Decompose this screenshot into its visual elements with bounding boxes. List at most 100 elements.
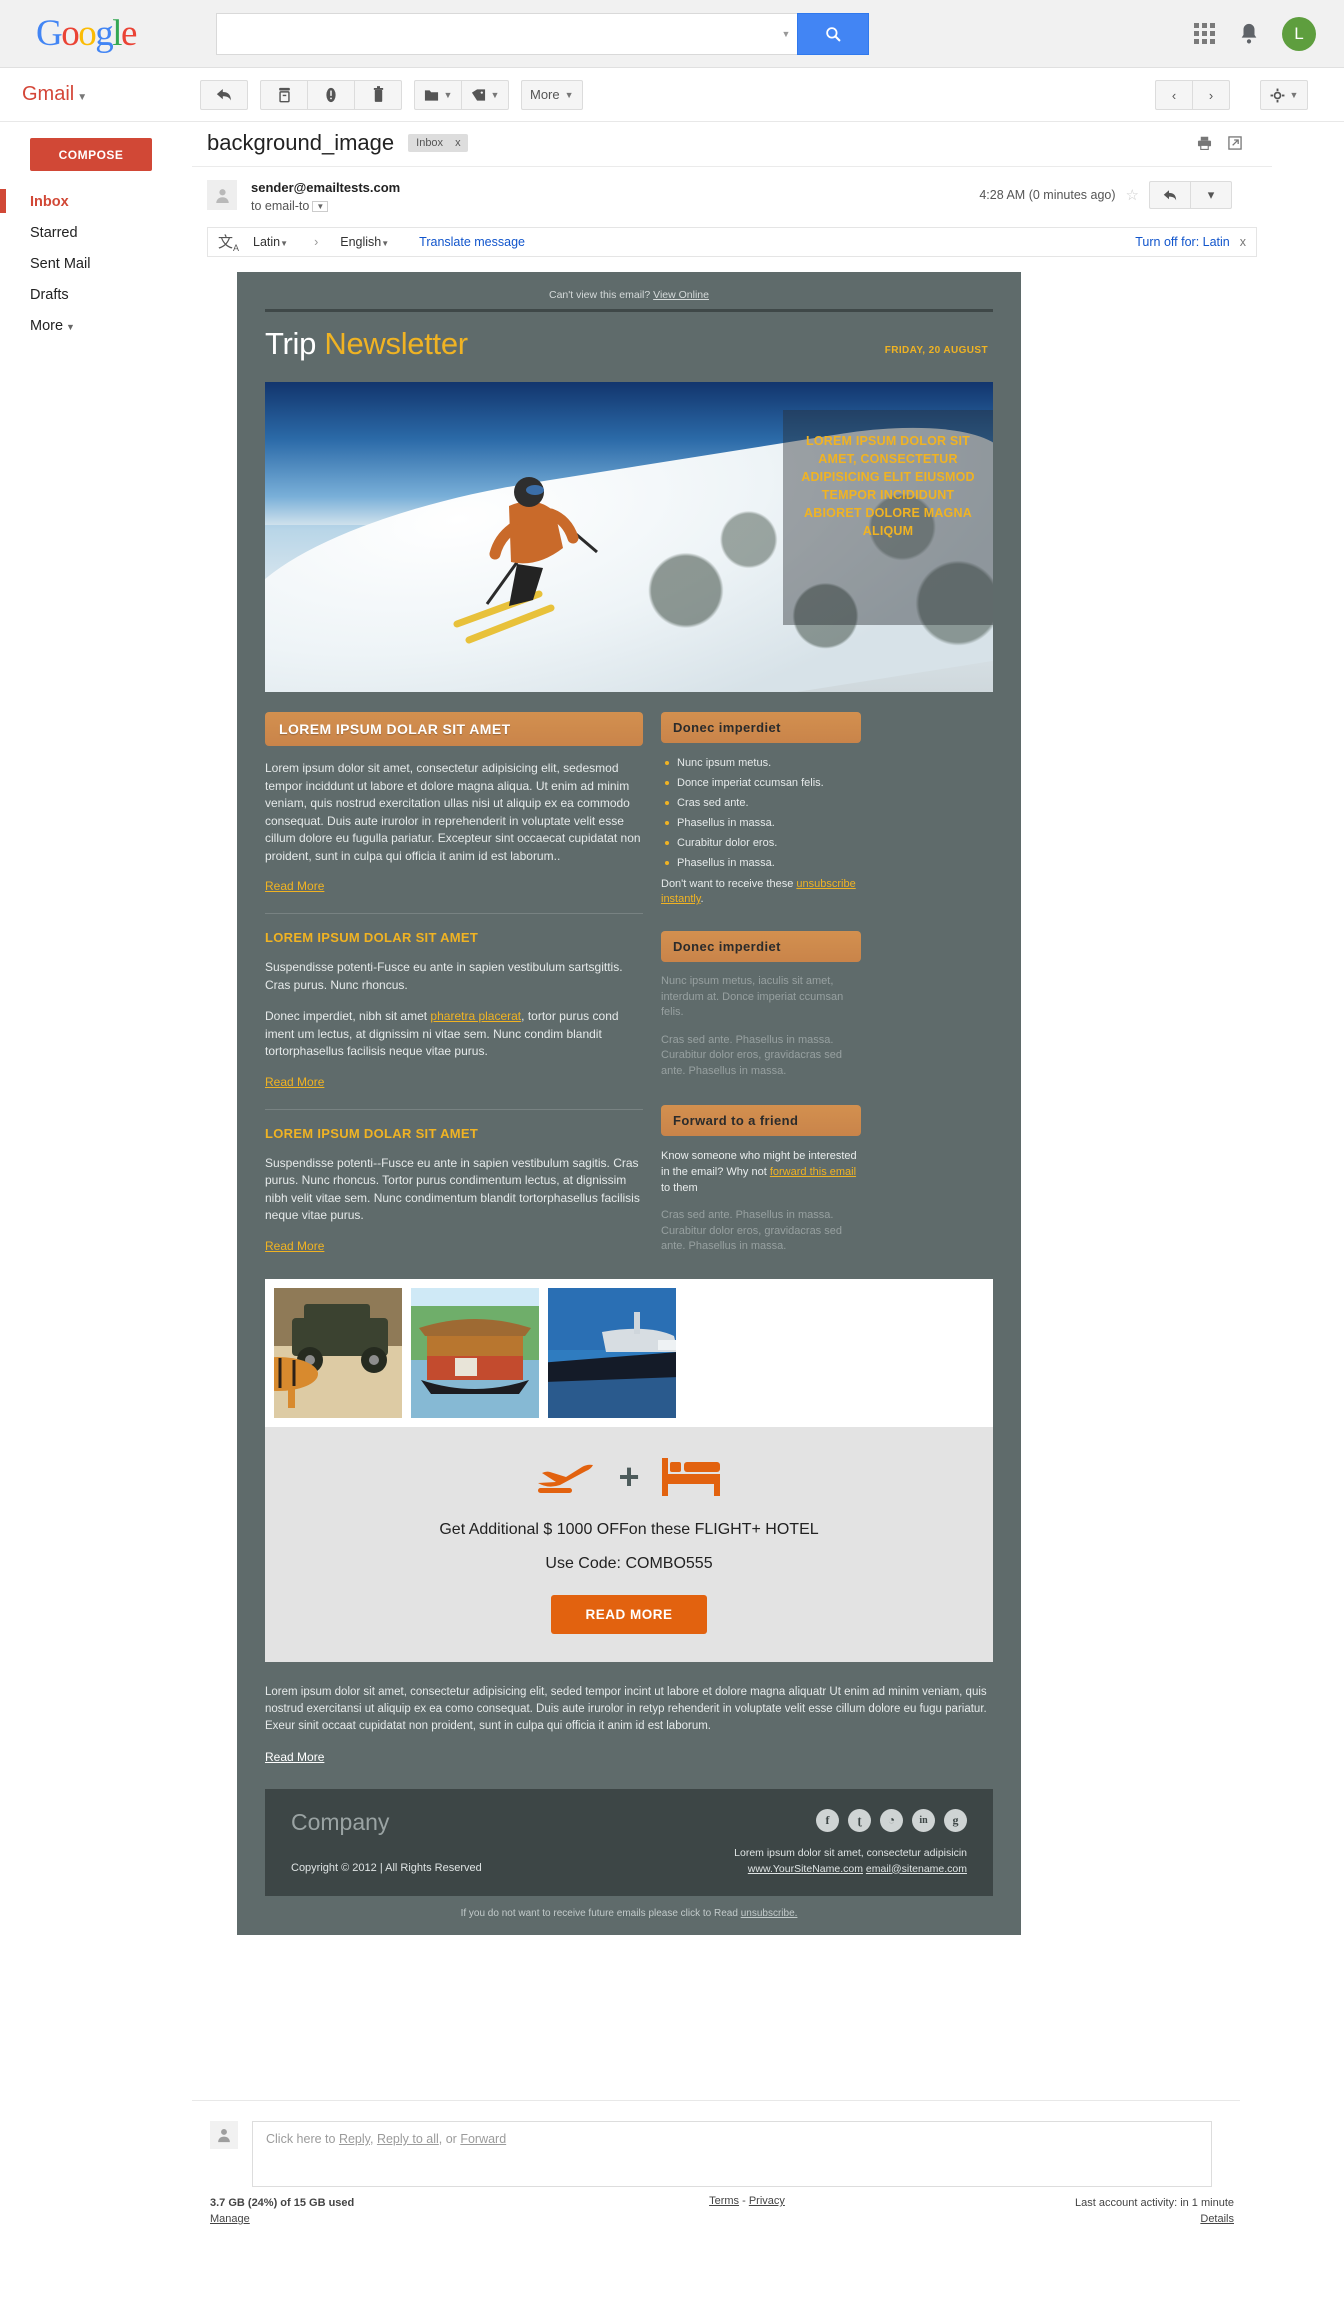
sidebar-item-sent-mail[interactable]: Sent Mail	[0, 249, 192, 280]
side-block-2-paragraph-1: Nunc ipsum metus, iaculis sit amet, inte…	[661, 975, 844, 1018]
chevron-down-icon: ▼	[564, 89, 574, 100]
footer-article-read-more-link[interactable]: Read More	[265, 1749, 324, 1766]
page-title: background_image	[207, 130, 395, 155]
view-online-link[interactable]: View Online	[653, 289, 709, 301]
apps-grid-icon[interactable]	[1194, 23, 1216, 45]
reply-link[interactable]: Reply	[339, 2132, 370, 2146]
previous-message-button[interactable]: ‹	[1155, 80, 1193, 110]
print-icon[interactable]	[1197, 136, 1212, 150]
luxury-yacht-photo[interactable]	[548, 1287, 676, 1418]
forward-this-email-link[interactable]: forward this email	[770, 1166, 856, 1178]
facebook-icon[interactable]: f	[816, 1808, 839, 1832]
google-logo[interactable]: Google	[36, 12, 137, 55]
delete-button[interactable]	[354, 79, 402, 110]
bed-icon	[661, 1457, 720, 1496]
target-language-label: English	[340, 235, 382, 249]
message-more-menu-button[interactable]: ▾	[1190, 181, 1232, 209]
pharetra-placerat-link[interactable]: pharetra placerat	[430, 1009, 521, 1023]
translate-direction-arrow-icon: ›	[314, 235, 319, 249]
account-avatar[interactable]: L	[1282, 17, 1316, 51]
forward-link[interactable]: Forward	[460, 2132, 506, 2146]
report-spam-button[interactable]	[307, 79, 355, 110]
article-2-heading: LOREM IPSUM DOLAR SIT AMET	[265, 930, 479, 945]
labels-icon	[471, 88, 485, 101]
search-field-wrap[interactable]: ▼	[215, 12, 797, 55]
sidebar-item-inbox[interactable]: Inbox	[0, 187, 192, 218]
legal-links: Terms - Privacy	[570, 2195, 904, 2227]
archive-button[interactable]	[260, 79, 308, 110]
more-button[interactable]: More ▼	[521, 79, 583, 110]
preheader-text: Can't view this email?	[549, 289, 651, 301]
move-to-button[interactable]: ▼	[414, 79, 462, 110]
unsubscribe-bar: If you do not want to receive future ema…	[237, 1896, 1021, 1935]
turn-off-translate-link[interactable]: Turn off for: Latin	[1135, 235, 1230, 249]
reply-all-link[interactable]: Reply to all	[377, 2132, 439, 2146]
close-icon[interactable]: x	[1240, 235, 1246, 249]
next-message-button[interactable]: ›	[1192, 80, 1230, 110]
back-to-inbox-button[interactable]	[200, 79, 248, 110]
gmail-menu[interactable]: Gmail ▼	[22, 83, 200, 106]
google-icon[interactable]: g	[944, 1808, 967, 1832]
top-bar: Google ▼ L	[0, 0, 1344, 68]
terms-link[interactable]: Terms	[709, 2195, 739, 2207]
note-tail: .	[700, 893, 704, 905]
tiger-safari-jeep-photo[interactable]	[274, 1287, 402, 1418]
reply-input[interactable]: Click here to Reply, Reply to all, or Fo…	[252, 2121, 1212, 2187]
sidebar-item-starred[interactable]: Starred	[0, 218, 192, 249]
manage-storage-link[interactable]: Manage	[210, 2213, 250, 2225]
newsletter-preheader: Can't view this email? View Online	[265, 272, 993, 309]
activity-details-link[interactable]: Details	[1200, 2213, 1234, 2225]
linkedin-icon[interactable]: in	[912, 1808, 935, 1832]
newsletter-title: Trip Newsletter	[265, 326, 468, 362]
article-3-read-more-link[interactable]: Read More	[265, 1239, 324, 1253]
sidebar-item-more[interactable]: More ▼	[0, 311, 192, 343]
label-chip-text: Inbox	[416, 137, 444, 149]
labels-button[interactable]: ▼	[461, 79, 509, 110]
promo-read-more-button[interactable]: READ MORE	[551, 1594, 707, 1634]
sidebar-item-drafts[interactable]: Drafts	[0, 280, 192, 311]
bell-icon[interactable]	[1238, 22, 1260, 46]
translate-target-language-select[interactable]: English▼	[340, 235, 389, 249]
side-block-1-heading: Donec imperdiet	[661, 712, 861, 743]
message-header-actions	[1197, 136, 1242, 150]
sender-email[interactable]: sender@emailtests.com	[251, 180, 400, 195]
label-chip-inbox[interactable]: Inbox x	[408, 134, 468, 152]
article-1-read-more-link[interactable]: Read More	[265, 879, 324, 893]
chevron-down-icon: ▼	[490, 89, 500, 100]
search-options-caret-icon[interactable]: ▼	[775, 29, 797, 39]
search-input[interactable]	[216, 13, 775, 54]
move-to-folder-icon	[424, 89, 438, 101]
company-email-link[interactable]: email@sitename.com	[866, 1863, 967, 1875]
chevron-down-icon[interactable]: ▼	[312, 201, 329, 213]
back-arrow-icon	[216, 88, 231, 101]
person-icon	[215, 188, 229, 203]
reply-button[interactable]	[1149, 181, 1191, 209]
search-bar[interactable]: ▼	[215, 12, 869, 55]
translate-source-language-select[interactable]: Latin▼	[253, 235, 288, 249]
gmail-menu-label: Gmail	[22, 83, 75, 105]
article-2-read-more-link[interactable]: Read More	[265, 1075, 324, 1089]
footer-article-body: Lorem ipsum dolor sit amet, consectetur …	[265, 1685, 987, 1732]
open-in-new-window-icon[interactable]	[1228, 136, 1242, 150]
star-icon[interactable]: ☆	[1126, 186, 1139, 204]
reply-sep-2: , or	[438, 2132, 461, 2146]
search-button[interactable]	[796, 12, 869, 55]
article-2-body-paragraph-2: Donec imperdiet, nibh sit amet pharetra …	[265, 1008, 643, 1061]
reply-zone: Click here to Reply, Reply to all, or Fo…	[192, 2100, 1240, 2187]
recipient-line[interactable]: to email-to ▼	[251, 199, 400, 213]
reply-button-group: ▾	[1149, 181, 1232, 209]
twitter-icon[interactable]: ʈ	[848, 1808, 871, 1832]
translate-message-link[interactable]: Translate message	[419, 235, 525, 249]
privacy-link[interactable]: Privacy	[749, 2195, 785, 2207]
unsubscribe-link[interactable]: unsubscribe.	[741, 1908, 798, 1919]
company-website-link[interactable]: www.YourSiteName.com	[748, 1863, 863, 1875]
compose-button[interactable]: COMPOSE	[30, 138, 152, 171]
close-icon[interactable]: x	[455, 137, 461, 149]
kerala-houseboat-photo[interactable]	[411, 1287, 539, 1418]
pagination-group: ‹ ›	[1155, 80, 1230, 110]
settings-button[interactable]: ▼	[1260, 80, 1308, 110]
rss-icon[interactable]: ◔	[880, 1808, 903, 1832]
subject-row: background_image Inbox x	[192, 122, 1272, 167]
top-right-controls: L	[1194, 0, 1316, 68]
report-spam-icon	[326, 87, 336, 102]
